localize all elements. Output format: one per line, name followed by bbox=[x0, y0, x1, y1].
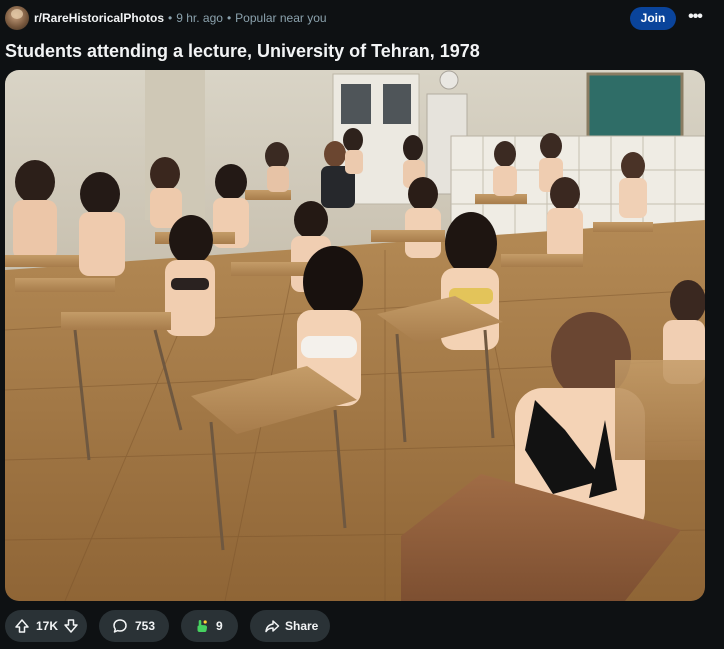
vote-count: 17K bbox=[36, 619, 59, 633]
vote-control: 17K bbox=[5, 610, 87, 642]
reddit-post: r/RareHistoricalPhotos • 9 hr. ago • Popular… bbox=[0, 0, 724, 649]
subreddit-name[interactable]: r/RareHistoricalPhotos bbox=[34, 11, 164, 25]
post-image[interactable] bbox=[5, 70, 705, 601]
comment-bubble-icon bbox=[113, 619, 127, 633]
share-arrow-icon bbox=[265, 620, 280, 633]
wall-fan bbox=[439, 70, 459, 90]
join-button[interactable]: Join bbox=[630, 7, 676, 30]
blackboard bbox=[586, 72, 684, 146]
meta-separator: • bbox=[226, 11, 232, 25]
comments-button[interactable]: 753 bbox=[99, 610, 169, 642]
post-context: Popular near you bbox=[235, 11, 327, 25]
post-title[interactable]: Students attending a lecture, University… bbox=[5, 39, 719, 63]
comment-count: 753 bbox=[135, 619, 156, 633]
post-age: 9 hr. ago bbox=[176, 11, 223, 25]
post-header: r/RareHistoricalPhotos • 9 hr. ago • Popular… bbox=[0, 0, 724, 36]
downvote-arrow-icon[interactable] bbox=[63, 618, 79, 634]
meta-separator: • bbox=[168, 11, 173, 25]
share-label: Share bbox=[285, 619, 319, 633]
more-options-icon[interactable]: ••• bbox=[682, 7, 708, 30]
post-action-bar: 17K 753 9 Share bbox=[0, 610, 724, 643]
post-meta: r/RareHistoricalPhotos • 9 hr. ago • Popular… bbox=[34, 11, 327, 25]
classroom-photo bbox=[5, 70, 705, 601]
award-button[interactable]: 9 bbox=[181, 610, 238, 642]
upvote-arrow-icon[interactable] bbox=[14, 618, 30, 634]
share-button[interactable]: Share bbox=[250, 610, 330, 642]
award-hand-icon bbox=[197, 620, 208, 632]
award-count: 9 bbox=[216, 619, 223, 633]
door-window bbox=[341, 84, 371, 124]
door-window bbox=[383, 84, 411, 124]
subreddit-avatar[interactable] bbox=[5, 6, 29, 30]
